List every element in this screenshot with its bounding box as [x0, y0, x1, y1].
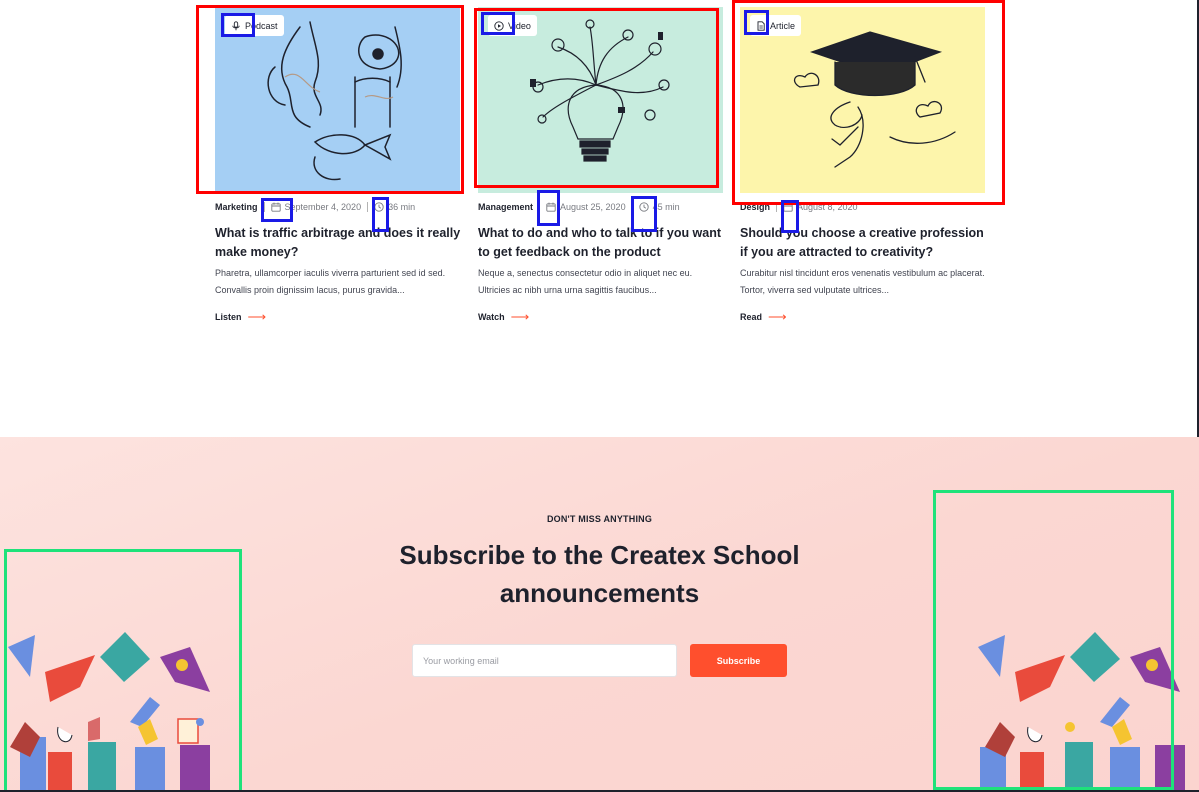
card-image-podcast[interactable]: Podcast	[215, 7, 460, 193]
clock-icon	[638, 202, 649, 212]
publish-date: September 4, 2020	[284, 202, 362, 212]
meta-divider	[367, 202, 369, 212]
link-label: Watch	[478, 312, 505, 322]
article-cards-section: Podcast Marketing September 4, 2020 36 m…	[0, 0, 1199, 437]
card-meta: Design August 8, 2020	[740, 202, 858, 212]
subscribe-section: DON'T MISS ANYTHING Subscribe to the Cre…	[0, 437, 1199, 792]
arrow-right-icon: ⟶	[768, 309, 787, 324]
category-link[interactable]: Marketing	[215, 202, 258, 212]
link-label: Read	[740, 312, 763, 322]
calendar-icon	[270, 202, 281, 212]
category-link[interactable]: Design	[740, 202, 770, 212]
badge-label: Article	[770, 20, 796, 31]
calendar-icon	[783, 202, 793, 212]
duration: 45 min	[652, 202, 680, 212]
graduation-celebration-illustration	[978, 632, 1185, 792]
graduation-celebration-illustration	[8, 632, 210, 792]
badge-label: Podcast	[245, 20, 278, 31]
meta-divider	[776, 202, 778, 212]
arrow-right-icon: ⟶	[510, 309, 530, 324]
subscribe-button[interactable]: Subscribe	[690, 644, 787, 677]
calendar-icon	[546, 202, 556, 212]
duration: 36 min	[388, 202, 416, 212]
badge-label: Video	[508, 20, 531, 31]
meta-divider	[631, 202, 633, 212]
listen-link[interactable]: Listen ⟶	[215, 309, 266, 325]
card-title[interactable]: What is traffic arbitrage and does it re…	[215, 224, 465, 262]
microphone-icon	[232, 20, 240, 30]
clock-icon	[374, 202, 384, 212]
card-title[interactable]: Should you choose a creative profession …	[740, 224, 990, 262]
publish-date: August 8, 2020	[797, 202, 858, 212]
subscribe-heading: Subscribe to the Createx School announce…	[399, 540, 800, 608]
meta-divider	[539, 202, 541, 212]
publish-date: August 25, 2020	[560, 202, 626, 212]
content-type-badge: Video	[488, 15, 537, 36]
meta-divider	[263, 202, 265, 212]
read-link[interactable]: Read ⟶	[740, 309, 787, 325]
card-image-video[interactable]: Video	[478, 7, 723, 193]
content-type-badge: Article	[750, 15, 802, 36]
content-type-badge: Podcast	[225, 15, 284, 36]
arrow-right-icon: ⟶	[247, 309, 267, 324]
subscribe-eyebrow: DON'T MISS ANYTHING	[546, 514, 653, 524]
document-icon	[757, 20, 765, 31]
card-excerpt: Curabitur nisl tincidunt eros venenatis …	[740, 268, 985, 295]
category-link[interactable]: Management	[478, 202, 533, 212]
card-excerpt: Pharetra, ullamcorper iaculis viverra pa…	[215, 268, 446, 295]
card-meta: Marketing September 4, 2020 36 min	[215, 202, 415, 212]
card-excerpt: Neque a, senectus consectetur odio in al…	[478, 268, 693, 295]
play-circle-icon	[494, 20, 504, 31]
link-label: Listen	[215, 312, 242, 322]
card-title[interactable]: What to do and who to talk to if you wan…	[478, 224, 728, 262]
card-image-article[interactable]: Article	[740, 7, 985, 193]
watch-link[interactable]: Watch ⟶	[478, 309, 529, 325]
card-meta: Management August 25, 2020 45 min	[478, 202, 680, 212]
email-input[interactable]	[412, 644, 677, 677]
